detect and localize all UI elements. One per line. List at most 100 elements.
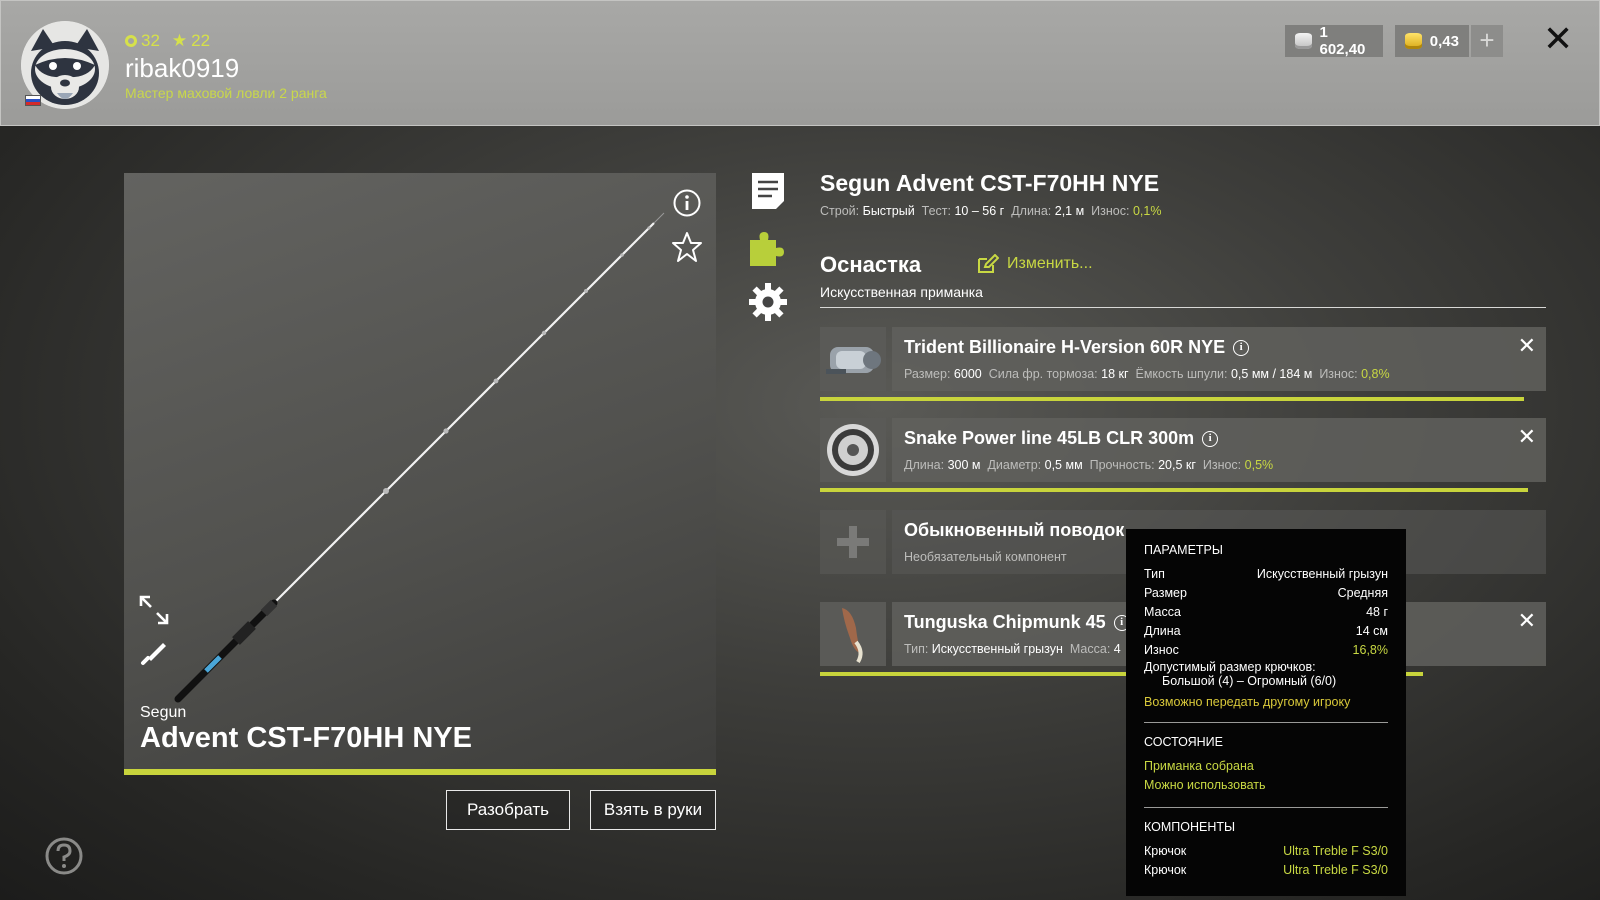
tooltip-components-header: КОМПОНЕНТЫ <box>1144 820 1236 834</box>
equip-button[interactable]: Взять в руки <box>590 790 716 830</box>
stat-label: Длина: <box>904 458 945 472</box>
stat-label: Износ: <box>1202 458 1242 472</box>
gold-value: 0,43 <box>1429 32 1459 50</box>
component-row: Крючок Ultra Treble F S3/0 <box>1144 861 1388 880</box>
level-value: 32 <box>141 31 160 50</box>
add-currency-button[interactable]: + <box>1471 25 1503 57</box>
silver-value: 1 602,40 <box>1319 24 1366 58</box>
rod-action: Быстрый <box>862 204 915 218</box>
silver-balance: 1 602,40 <box>1285 24 1383 58</box>
stat-label: Износ: <box>1319 367 1358 381</box>
state-line: Можно использовать <box>1144 778 1266 792</box>
hook-size-label: Допустимый размер крючков: <box>1144 660 1316 674</box>
stars-stat: ★ 22 <box>172 31 210 51</box>
tooltip-param-row: Размер Средняя <box>1144 584 1388 603</box>
rod-stats: Строй: Быстрый Тест: 10 – 56 г Длина: 2,… <box>820 204 1161 218</box>
component-value: Ultra Treble F S3/0 <box>1283 844 1388 858</box>
line-condition-bar <box>820 488 1528 492</box>
close-icon: ✕ <box>1543 18 1574 59</box>
param-label: Размер <box>1144 586 1187 600</box>
stat-label: Прочность: <box>1089 458 1155 472</box>
tooltip-param-row: Длина 14 см <box>1144 622 1388 641</box>
stat-value: 0,8% <box>1361 367 1390 381</box>
stat-value: 4 <box>1113 642 1121 656</box>
remove-icon[interactable]: ✕ <box>1518 610 1536 632</box>
param-value: 48 г <box>1366 605 1388 619</box>
param-value: 14 см <box>1355 624 1388 638</box>
close-button[interactable]: ✕ <box>1543 21 1573 57</box>
silver-coin-icon <box>1295 33 1312 49</box>
info-icon[interactable] <box>672 188 702 218</box>
puzzle-icon[interactable] <box>748 228 788 268</box>
change-tackle-label: Изменить... <box>1007 255 1093 272</box>
gear-icon[interactable] <box>748 282 788 322</box>
stat-value: 0,5 мм <box>1044 458 1083 472</box>
param-label: Масса <box>1144 605 1181 619</box>
param-value: 16,8% <box>1352 643 1388 657</box>
stat-value: 18 кг <box>1101 367 1129 381</box>
remove-icon[interactable]: ✕ <box>1518 335 1536 357</box>
param-label: Тип <box>1144 567 1165 581</box>
tooltip-state-header: СОСТОЯНИЕ <box>1144 735 1223 749</box>
param-label: Длина <box>1144 624 1181 638</box>
info-icon[interactable]: i <box>1202 430 1219 447</box>
document-icon[interactable] <box>748 171 788 211</box>
username: ribak0919 <box>125 53 240 83</box>
rod-image <box>174 212 665 703</box>
ru-flag-icon <box>25 95 41 106</box>
hook-size-value: Большой (4) – Огромный (6/0) <box>1162 674 1337 688</box>
component-value: Ultra Treble F S3/0 <box>1283 863 1388 877</box>
stat-value: 0,5% <box>1244 458 1274 472</box>
rod-brand: Segun <box>140 704 187 721</box>
rod-length: 2,1 м <box>1054 204 1085 218</box>
rod-test-label: Тест: <box>921 204 951 218</box>
rod-title: Segun Advent CST-F70HH NYE <box>820 170 1160 196</box>
edit-icon <box>978 254 999 273</box>
transfer-note: Возможно передать другому игроку <box>1144 695 1351 709</box>
stars-value: 22 <box>191 31 211 50</box>
tooltip-divider <box>1144 807 1388 808</box>
param-value: Средняя <box>1337 586 1388 600</box>
tackle-type: Искусственная приманка <box>820 284 983 300</box>
gold-balance: 0,43 <box>1395 25 1469 57</box>
param-label: Износ <box>1144 643 1179 657</box>
favorite-star-icon[interactable] <box>670 230 704 264</box>
leader-name: Обыкновенный поводок <box>904 520 1125 540</box>
plus-icon: + <box>1479 25 1495 55</box>
reel-name: Trident Billionaire H-Version 60R NYE i <box>904 337 1250 358</box>
brush-icon[interactable] <box>138 636 170 668</box>
stat-label: Размер: <box>904 367 951 381</box>
profile-header: 32 ★ 22 ribak0919 Мастер маховой ловли 2… <box>0 0 1600 126</box>
lure-stats: Тип: Искусственный грызун Масса: 4 <box>904 642 1121 656</box>
gold-coin-icon <box>1405 33 1422 49</box>
stat-value: 20,5 кг <box>1158 458 1196 472</box>
help-icon[interactable] <box>44 836 84 876</box>
disassemble-button[interactable]: Разобрать <box>446 790 570 830</box>
add-leader-thumbnail[interactable] <box>820 510 886 574</box>
stat-value: 300 м <box>947 458 981 472</box>
stat-label: Масса: <box>1069 642 1111 656</box>
stat-value: Искусственный грызун <box>931 642 1063 656</box>
expand-icon[interactable] <box>138 594 170 626</box>
change-tackle-link[interactable]: Изменить... <box>977 254 1093 274</box>
line-slot[interactable]: Snake Power line 45LB CLR 300m i Длина: … <box>820 418 1546 492</box>
rod-length-label: Длина: <box>1011 204 1052 218</box>
info-icon[interactable]: i <box>1233 339 1250 356</box>
line-name-text: Snake Power line 45LB CLR 300m <box>904 428 1195 448</box>
rod-test: 10 – 56 г <box>954 204 1005 218</box>
param-value: Искусственный грызун <box>1256 567 1388 581</box>
line-thumbnail <box>820 418 886 482</box>
lure-name: Tunguska Chipmunk 45 i <box>904 612 1130 633</box>
level-stat: 32 <box>125 31 160 51</box>
rod-wear: 0,1% <box>1132 204 1162 218</box>
stat-value: 6000 <box>953 367 982 381</box>
reel-thumbnail <box>820 327 886 391</box>
component-label: Крючок <box>1144 844 1187 858</box>
line-stats: Длина: 300 м Диаметр: 0,5 мм Прочность: … <box>904 458 1273 472</box>
tooltip-param-row: Масса 48 г <box>1144 603 1388 622</box>
reel-slot[interactable]: Trident Billionaire H-Version 60R NYE i … <box>820 327 1546 401</box>
ring-icon <box>125 35 137 47</box>
leader-note: Необязательный компонент <box>904 550 1067 564</box>
remove-icon[interactable]: ✕ <box>1518 426 1536 448</box>
line-name: Snake Power line 45LB CLR 300m i <box>904 428 1219 449</box>
